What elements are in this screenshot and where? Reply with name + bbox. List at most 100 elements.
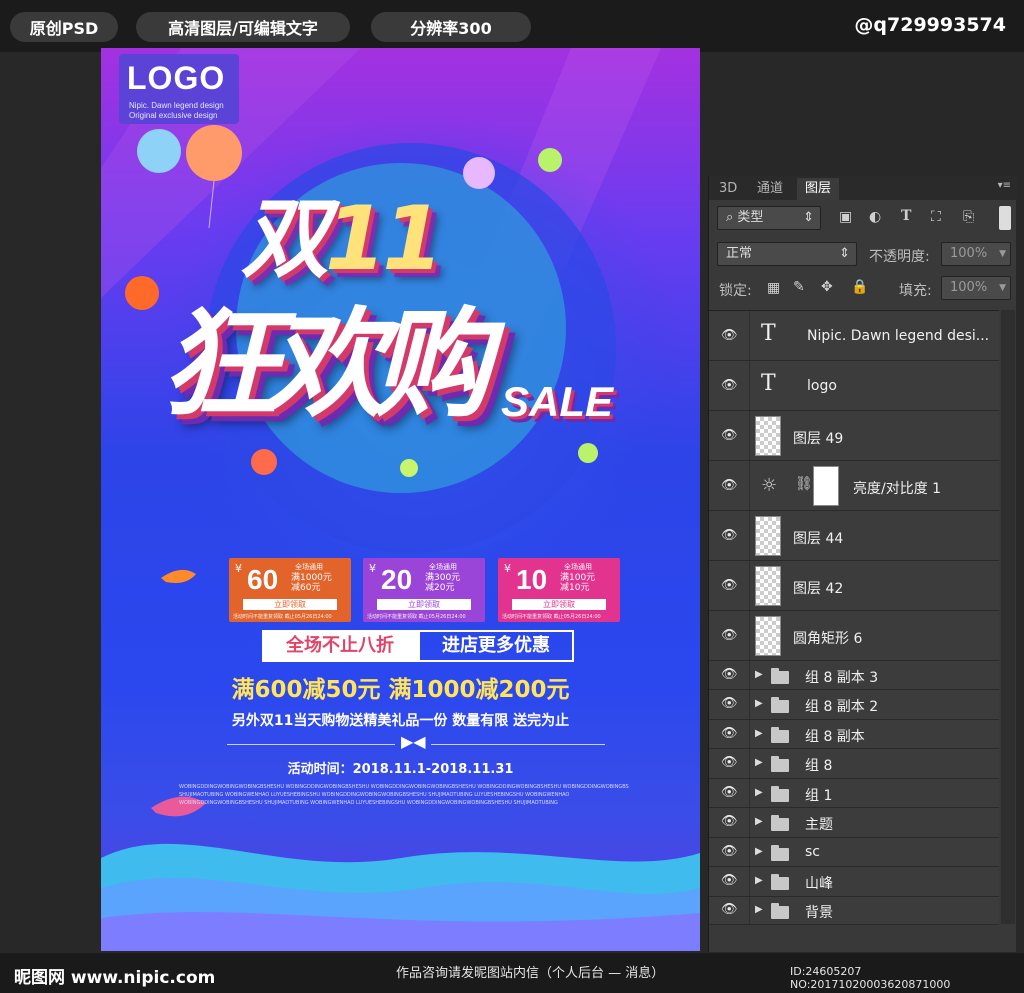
adjustment-filter-icon[interactable]: ◐: [869, 209, 881, 225]
eye-icon[interactable]: 👁: [721, 814, 738, 829]
tab-3d[interactable]: 3D: [711, 178, 745, 200]
eye-icon[interactable]: 👁: [721, 844, 738, 859]
expand-arrow-icon[interactable]: ▶: [755, 787, 763, 798]
layer-name: 组 8 副本: [805, 729, 865, 745]
opacity-label: 不透明度:: [869, 249, 930, 265]
eye-icon[interactable]: 👁: [721, 328, 738, 343]
eye-icon[interactable]: 👁: [721, 528, 738, 543]
expand-arrow-icon[interactable]: ▶: [755, 698, 763, 709]
eye-icon[interactable]: 👁: [721, 755, 738, 770]
smart-object-filter-icon[interactable]: ⎘: [963, 209, 974, 225]
layer-row[interactable]: 👁 图层 49: [709, 411, 999, 461]
sale-text: SALE: [501, 378, 614, 425]
coupon-60: ¥ 60 全场通用 满1000元 减60元 立即领取 活动时间不能重复领取 截止0…: [229, 558, 351, 622]
eye-icon[interactable]: 👁: [721, 628, 738, 643]
layer-row[interactable]: 👁 图层 42: [709, 561, 999, 611]
eye-icon[interactable]: 👁: [721, 578, 738, 593]
group-row[interactable]: 👁 ▶ 组 8: [709, 749, 999, 779]
screenshot-root: 原创PSD 高清图层/可编辑文字 分辨率300 @q729993574 LOGO…: [0, 0, 1024, 993]
coupon-claim-button: 立即领取: [512, 599, 606, 610]
coupon-claim-button: 立即领取: [377, 599, 471, 610]
eye-icon[interactable]: 👁: [721, 378, 738, 393]
layer-row[interactable]: 👁 T logo: [709, 361, 999, 411]
logo-box: LOGO Nipic. Dawn legend design Original …: [119, 54, 239, 124]
group-row[interactable]: 👁 ▶ 山峰: [709, 867, 999, 897]
lock-all-icon[interactable]: 🔒: [851, 279, 868, 295]
group-row[interactable]: 👁 ▶ 组 8 副本 3: [709, 661, 999, 690]
coupon-amount: 60: [247, 564, 279, 595]
opacity-value: 100%: [950, 246, 988, 261]
tag-hd-layers: 高清图层/可编辑文字: [136, 12, 350, 42]
text-layer-icon: T: [761, 371, 776, 396]
expand-arrow-icon[interactable]: ▶: [755, 816, 763, 827]
expand-arrow-icon[interactable]: ▶: [755, 904, 763, 915]
layer-name: 背景: [805, 905, 833, 921]
lock-transparency-icon[interactable]: ▦: [767, 280, 780, 296]
expand-arrow-icon[interactable]: ▶: [755, 757, 763, 768]
fine-print-2: SHUJIMAOTUBING WOBINGWENHAO LUYUESHEBING…: [179, 792, 570, 798]
layer-row[interactable]: 👁 T Nipic. Dawn legend desi...: [709, 311, 999, 361]
layer-name: logo: [807, 378, 837, 394]
eye-icon[interactable]: 👁: [721, 428, 738, 443]
eye-icon[interactable]: 👁: [721, 696, 738, 711]
eye-icon[interactable]: 👁: [721, 873, 738, 888]
expand-arrow-icon[interactable]: ▶: [755, 669, 763, 680]
fill-input[interactable]: 100% ▼: [941, 276, 1011, 300]
coupon-claim-button: 立即领取: [243, 599, 337, 610]
coupon-detail: 满300元 减20元: [425, 573, 483, 593]
eye-icon[interactable]: 👁: [721, 667, 738, 682]
layers-panel: 3D 通道 图层 ▾≡ ⌕ 类型 ⇕ ▣ ◐ T ⛶ ⎘ 正常 ⇕ 不透明度: 10…: [708, 176, 1017, 952]
lock-brush-icon[interactable]: ✎: [793, 279, 805, 295]
logo-subtitle-2: Original exclusive design: [129, 111, 218, 120]
folder-icon: [771, 845, 789, 861]
layer-name: sc: [805, 844, 820, 860]
folder-icon: [771, 756, 789, 772]
coupon-condition: 全场通用: [564, 563, 592, 571]
group-row[interactable]: 👁 ▶ 组 1: [709, 779, 999, 808]
layer-row[interactable]: 👁 ☼ ⛓ 亮度/对比度 1: [709, 461, 999, 511]
filter-toggle[interactable]: [999, 206, 1011, 230]
lock-move-icon[interactable]: ✥: [821, 279, 833, 295]
blend-mode-select[interactable]: 正常 ⇕: [717, 242, 857, 266]
eye-icon[interactable]: 👁: [721, 902, 738, 917]
expand-arrow-icon[interactable]: ▶: [755, 728, 763, 739]
layers-scrollbar[interactable]: [1001, 310, 1015, 924]
layer-name: 组 1: [805, 788, 833, 804]
coupon-detail-discount: 减60元: [291, 583, 321, 593]
balloon-blue: [137, 129, 181, 173]
panel-tabs: 3D 通道 图层 ▾≡: [709, 176, 1017, 200]
group-row[interactable]: 👁 ▶ 背景: [709, 897, 999, 925]
coupon-detail: 满1000元 减60元: [291, 573, 349, 593]
coupon-amount: 20: [381, 564, 413, 595]
tab-layers[interactable]: 图层: [797, 178, 840, 200]
coupon-yen: ¥: [504, 562, 511, 575]
title-main: 狂欢购: [161, 295, 491, 433]
shape-filter-icon[interactable]: ⛶: [931, 209, 941, 225]
group-row[interactable]: 👁 ▶ 组 8 副本: [709, 720, 999, 749]
group-row[interactable]: 👁 ▶ sc: [709, 838, 999, 867]
image-filter-icon[interactable]: ▣: [839, 209, 852, 225]
panel-menu-icon[interactable]: ▾≡: [998, 180, 1011, 191]
eye-icon[interactable]: 👁: [721, 726, 738, 741]
folder-icon: [771, 668, 789, 684]
blend-mode-value: 正常: [726, 246, 753, 261]
tab-channels[interactable]: 通道: [749, 178, 791, 200]
layer-filter-select[interactable]: ⌕ 类型 ⇕: [717, 206, 821, 230]
layer-row[interactable]: 👁 图层 44: [709, 511, 999, 561]
expand-arrow-icon[interactable]: ▶: [755, 875, 763, 886]
layer-name: 图层 49: [793, 431, 844, 447]
ball-lime-right: [578, 443, 598, 463]
eye-icon[interactable]: 👁: [721, 785, 738, 800]
group-row[interactable]: 👁 ▶ 组 8 副本 2: [709, 690, 999, 720]
eye-icon[interactable]: 👁: [721, 478, 738, 493]
expand-arrow-icon[interactable]: ▶: [755, 846, 763, 857]
layer-name: 图层 42: [793, 581, 844, 597]
group-row[interactable]: 👁 ▶ 主题: [709, 808, 999, 838]
type-filter-icon[interactable]: T: [901, 208, 911, 224]
fine-print-3: WOBINGDDINGWOBINGBSHESHU SHUJIMAOTUBING …: [179, 800, 558, 806]
author-qq: @q729993574: [854, 14, 1006, 36]
coupon-amount: 10: [516, 564, 548, 595]
layer-row[interactable]: 👁 圆角矩形 6: [709, 611, 999, 661]
opacity-input[interactable]: 100% ▼: [941, 242, 1011, 266]
layer-name: 圆角矩形 6: [793, 631, 863, 647]
